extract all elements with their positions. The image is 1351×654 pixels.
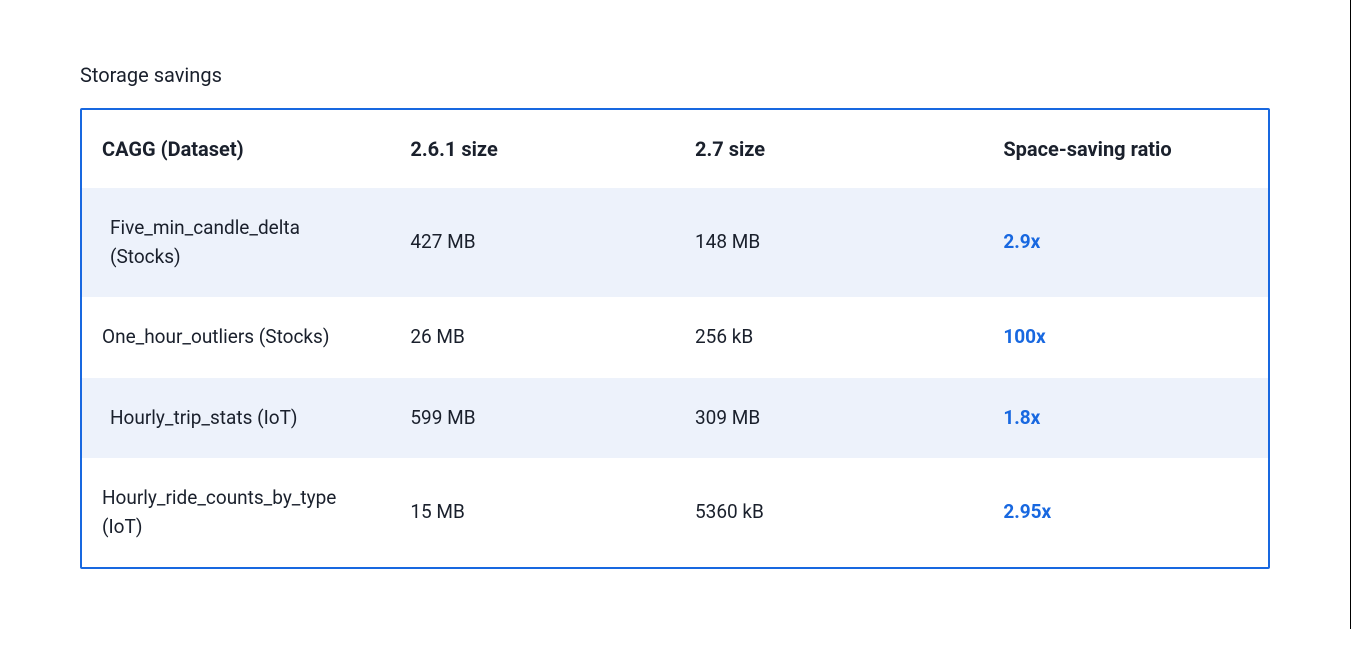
storage-savings-table-wrapper: CAGG (Dataset) 2.6.1 size 2.7 size Space… [80,108,1270,569]
table-header-row: CAGG (Dataset) 2.6.1 size 2.7 size Space… [82,110,1268,188]
cell-size-261: 599 MB [390,378,675,459]
table-row: Five_min_candle_delta (Stocks) 427 MB 14… [82,188,1268,297]
cell-ratio: 2.95x [1003,500,1051,523]
cell-size-27: 309 MB [675,378,983,459]
cell-size-27: 256 kB [675,297,983,378]
cell-ratio: 2.9x [1003,230,1040,253]
cell-dataset: Hourly_trip_stats (IoT) [82,378,390,459]
table-row: Hourly_trip_stats (IoT) 599 MB 309 MB 1.… [82,378,1268,459]
cell-size-261: 15 MB [390,458,675,567]
table-row: One_hour_outliers (Stocks) 26 MB 256 kB … [82,297,1268,378]
cell-size-27: 5360 kB [675,458,983,567]
header-size-261: 2.6.1 size [390,110,675,188]
storage-savings-table: CAGG (Dataset) 2.6.1 size 2.7 size Space… [82,110,1268,567]
cell-ratio: 1.8x [1003,406,1040,429]
header-ratio: Space-saving ratio [983,110,1268,188]
cell-ratio: 100x [1003,325,1045,348]
cell-dataset: Hourly_ride_counts_by_type (IoT) [82,458,390,567]
cell-size-261: 26 MB [390,297,675,378]
cell-size-261: 427 MB [390,188,675,297]
cell-size-27: 148 MB [675,188,983,297]
table-row: Hourly_ride_counts_by_type (IoT) 15 MB 5… [82,458,1268,567]
cell-dataset: Five_min_candle_delta (Stocks) [82,188,390,297]
section-title: Storage savings [80,60,1270,90]
header-size-27: 2.7 size [675,110,983,188]
cell-dataset: One_hour_outliers (Stocks) [82,297,390,378]
header-dataset: CAGG (Dataset) [82,110,390,188]
